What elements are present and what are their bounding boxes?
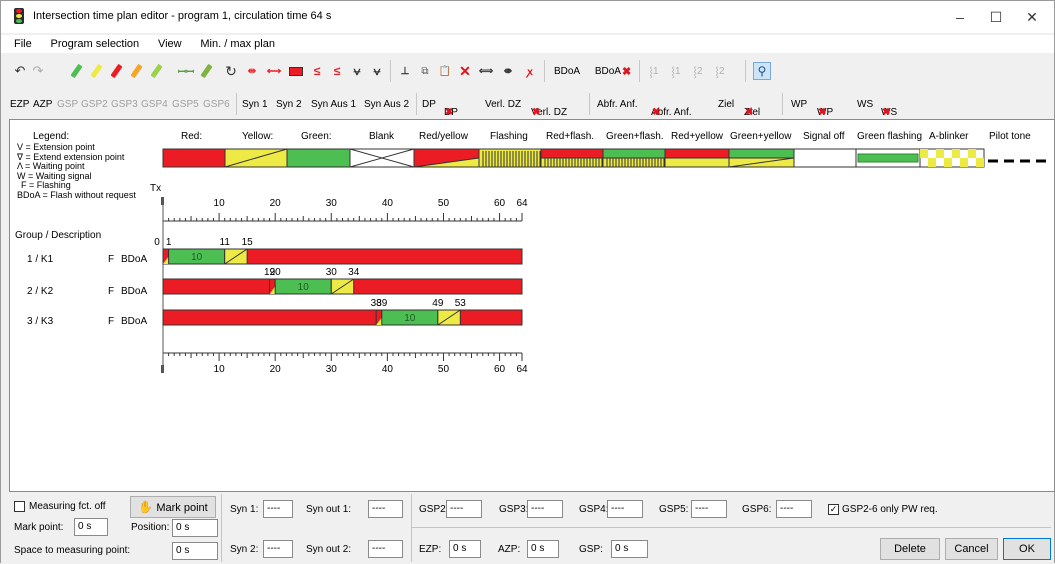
- gsp-only-checkbox[interactable]: ✓: [828, 504, 839, 515]
- hand-icon: ✋: [138, 500, 154, 514]
- tick-label: 50: [438, 364, 450, 375]
- tick-label: 40: [382, 364, 394, 375]
- gsp5-label: GSP5:: [659, 504, 689, 515]
- green-duration-label: 10: [404, 313, 416, 324]
- phase-mark-label: 49: [432, 298, 444, 309]
- ezp-field[interactable]: 0 s: [449, 540, 481, 558]
- tick-label: 20: [270, 364, 282, 375]
- group-header: Group / Description: [15, 230, 102, 241]
- phase-mark-label: 39: [376, 298, 388, 309]
- cancel-button[interactable]: Cancel: [945, 538, 998, 560]
- synout2-label: Syn out 2:: [306, 544, 352, 555]
- group-name[interactable]: 3 / K3: [27, 316, 53, 327]
- synout1-field[interactable]: ----: [368, 500, 403, 518]
- gsp2-field[interactable]: ----: [446, 500, 482, 518]
- ezp-label: EZP:: [419, 544, 442, 555]
- space-field[interactable]: 0 s: [172, 542, 218, 560]
- gsp3-label: GSP3:: [499, 504, 529, 515]
- phase-mark-label: 34: [348, 267, 360, 278]
- position-label: Position:: [131, 522, 170, 533]
- azp-field[interactable]: 0 s: [527, 540, 559, 558]
- phase-mark-label: 1: [166, 237, 172, 248]
- tick-label: 64: [516, 364, 528, 375]
- tick-label: 10: [214, 364, 226, 375]
- mark-point-button-label: Mark point: [156, 502, 208, 514]
- ok-button[interactable]: OK: [1003, 538, 1051, 560]
- gsp4-label: GSP4:: [579, 504, 609, 515]
- mark-point-button[interactable]: ✋ Mark point: [130, 496, 216, 518]
- green-duration-label: 10: [298, 282, 310, 293]
- syn2-field[interactable]: ----: [263, 540, 293, 558]
- gsp4-field[interactable]: ----: [607, 500, 643, 518]
- green-duration-label: 10: [191, 252, 203, 263]
- position-field[interactable]: 0 s: [172, 519, 218, 537]
- tick-label: 10: [214, 198, 226, 209]
- gsp-only-label: GSP2-6 only PW req.: [842, 504, 938, 515]
- tick-label: 60: [494, 364, 506, 375]
- measuring-label: Measuring fct. off: [29, 501, 106, 512]
- group-flag: F: [108, 286, 115, 297]
- group-flag: F: [108, 316, 115, 327]
- phase-mark-label: 11: [220, 237, 231, 248]
- azp-label: AZP:: [498, 544, 521, 555]
- tick-label: 30: [326, 198, 338, 209]
- time-zero-marker: [161, 197, 164, 205]
- syn1-field[interactable]: ----: [263, 500, 293, 518]
- phase-mark-label: 20: [270, 267, 282, 278]
- gsp-label: GSP:: [579, 544, 603, 555]
- tick-label: 40: [382, 198, 394, 209]
- gsp6-field[interactable]: ----: [776, 500, 812, 518]
- gsp-field[interactable]: 0 s: [611, 540, 648, 558]
- space-label: Space to measuring point:: [14, 545, 131, 556]
- synout2-field[interactable]: ----: [368, 540, 403, 558]
- panel-separator: [411, 527, 1051, 528]
- phase-mark-label: 30: [326, 267, 338, 278]
- syn2-label: Syn 2:: [230, 544, 259, 555]
- editor-window: Intersection time plan editor - program …: [0, 0, 1055, 564]
- phase-mark-label: 53: [455, 298, 467, 309]
- panel-separator: [221, 494, 222, 562]
- phase-mark-label: 15: [242, 237, 254, 248]
- gsp3-field[interactable]: ----: [527, 500, 563, 518]
- group-flag: F: [108, 254, 115, 265]
- red-phase: [162, 309, 523, 326]
- tick-label: 50: [438, 198, 450, 209]
- timeline-chart[interactable]: 10 20 30 40 50 60 6410 20 30 40 50 60 64100 1 11 151019…: [1, 1, 1055, 564]
- syn1-label: Syn 1:: [230, 504, 259, 515]
- group-mode: BDoA: [121, 254, 148, 265]
- tick-label: 30: [326, 364, 338, 375]
- gsp2-label: GSP2:: [419, 504, 449, 515]
- mark-point-field[interactable]: 0 s: [74, 518, 108, 536]
- time-zero-marker: [161, 365, 164, 373]
- synout1-label: Syn out 1:: [306, 504, 352, 515]
- tick-label: 60: [494, 198, 506, 209]
- group-name[interactable]: 1 / K1: [27, 254, 53, 265]
- group-name[interactable]: 2 / K2: [27, 286, 53, 297]
- phase-mark-label: 0: [154, 237, 160, 248]
- group-mode: BDoA: [121, 286, 148, 297]
- gsp5-field[interactable]: ----: [691, 500, 727, 518]
- gsp6-label: GSP6:: [742, 504, 772, 515]
- tx-label: Tx: [150, 183, 162, 194]
- panel-separator: [411, 494, 412, 562]
- group-mode: BDoA: [121, 316, 148, 327]
- tick-label: 64: [516, 198, 528, 209]
- tick-label: 20: [270, 198, 282, 209]
- mark-point-label: Mark point:: [14, 522, 64, 533]
- measuring-checkbox[interactable]: [14, 501, 25, 512]
- delete-button[interactable]: Delete: [880, 538, 940, 560]
